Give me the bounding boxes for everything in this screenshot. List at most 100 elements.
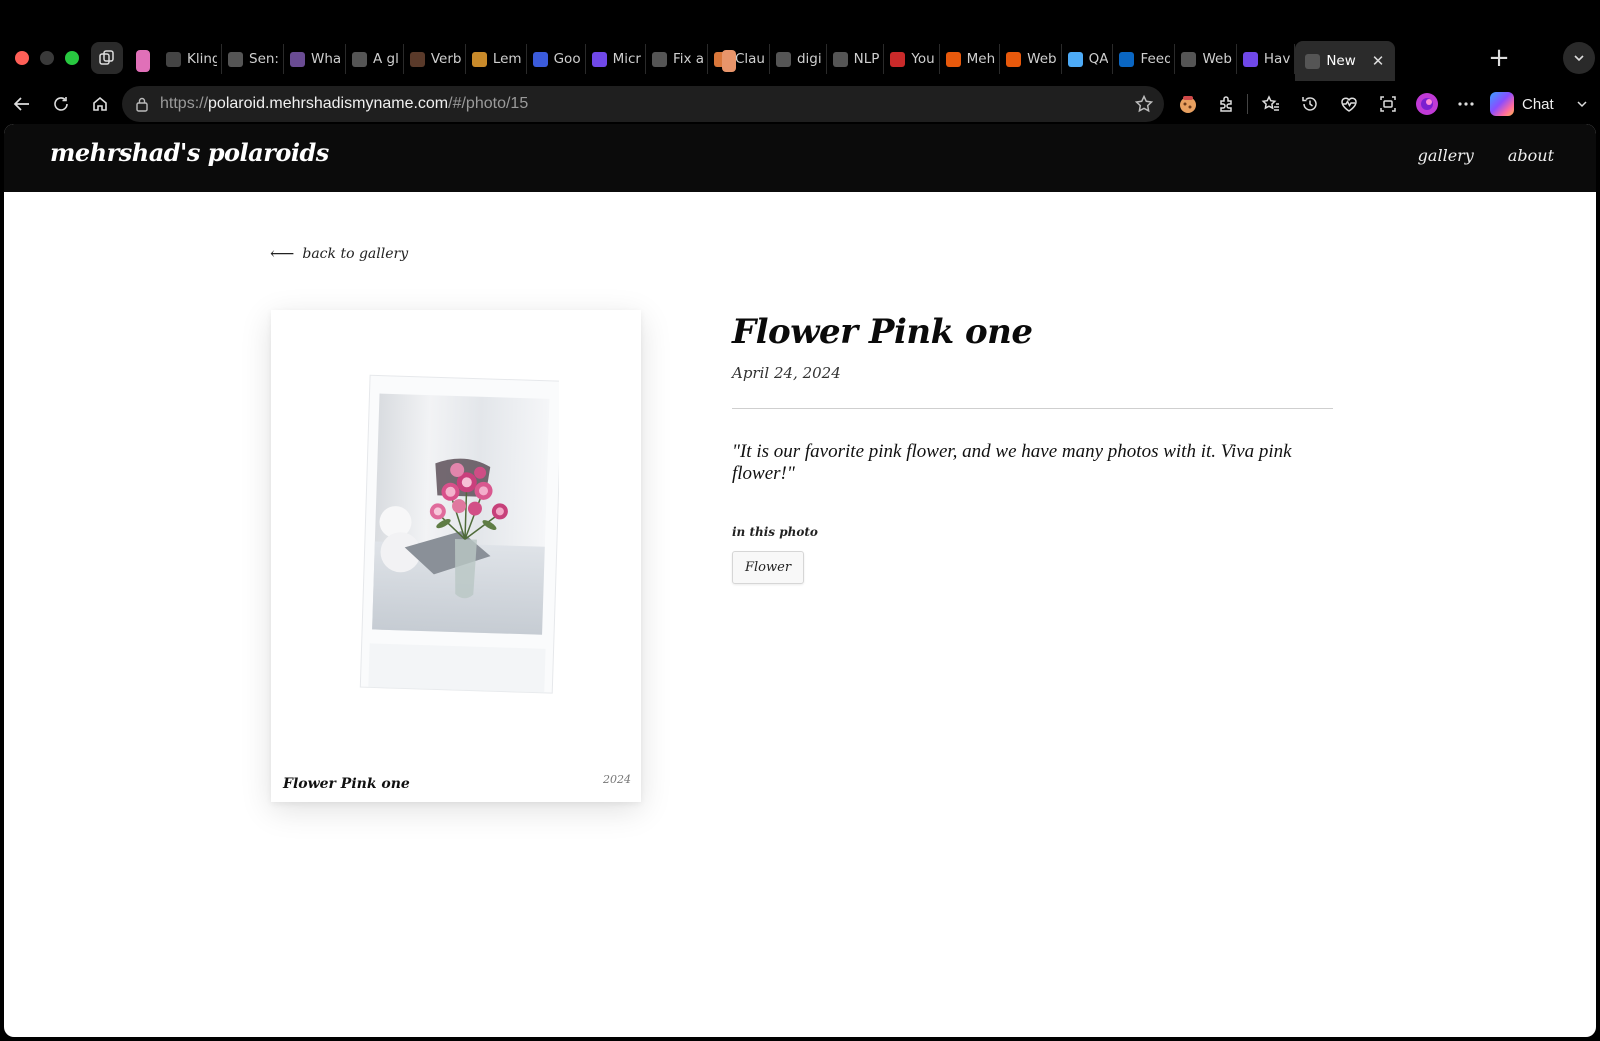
pinned-tab[interactable]	[136, 50, 150, 72]
nav-gallery-link[interactable]: gallery	[1418, 146, 1474, 165]
tag-list: Flower	[732, 539, 1333, 584]
site-logo[interactable]: mehrshad's polaroids	[50, 138, 329, 167]
browser-tab[interactable]: Hav	[1237, 44, 1296, 74]
back-button[interactable]	[8, 90, 36, 118]
tab-title: You	[911, 51, 935, 67]
browser-tab[interactable]: Verb	[404, 44, 466, 74]
site-nav: gallery about	[1418, 146, 1554, 165]
browser-toolbar: https://polaroid.mehrshadismyname.com/#/…	[0, 84, 1600, 124]
polaroid-card: Flower Pink one 2024	[271, 310, 641, 802]
tab-title: digi	[796, 51, 822, 67]
tab-favicon-icon	[1119, 51, 1135, 67]
nav-about-link[interactable]: about	[1508, 146, 1554, 165]
tab-list: Kling Sen: Wha A gl Verb Lem Goo Micr Fix a Clau d…	[160, 41, 1396, 81]
home-icon	[93, 96, 107, 111]
health-icon[interactable]	[1335, 90, 1363, 118]
browser-tab[interactable]: Web	[1000, 44, 1062, 74]
back-label: back to gallery	[302, 246, 409, 262]
browser-tab[interactable]: digi	[770, 44, 827, 74]
browser-tab[interactable]: NLP	[827, 44, 885, 74]
profile-avatar[interactable]	[1413, 90, 1441, 118]
workspaces-button[interactable]	[91, 42, 123, 74]
tab-title: Verb	[430, 51, 461, 67]
history-icon[interactable]	[1296, 90, 1324, 118]
tab-title: QA	[1088, 51, 1109, 67]
new-tab-button[interactable]: +	[1484, 44, 1514, 74]
browser-tab[interactable]: Kling	[160, 44, 222, 74]
refresh-button[interactable]	[47, 90, 75, 118]
favorites-icon[interactable]	[1257, 90, 1285, 118]
tab-favicon-icon	[1006, 51, 1022, 67]
browser-tab[interactable]: Sen:	[222, 44, 284, 74]
lock-icon[interactable]	[132, 96, 152, 112]
browser-tab[interactable]: Clau	[708, 44, 770, 74]
tab-favicon-icon	[471, 51, 487, 67]
tab-actions-menu-button[interactable]	[1563, 42, 1595, 74]
maximize-window-button[interactable]	[65, 51, 79, 65]
browser-tab[interactable]: Fix a	[646, 44, 708, 74]
tab-title: Kling	[187, 51, 217, 67]
browser-tab[interactable]: A gl	[346, 44, 404, 74]
more-options-icon[interactable]	[1452, 90, 1480, 118]
chevron-down-icon	[1577, 101, 1587, 108]
pinned-tab[interactable]	[722, 50, 736, 72]
tab-title: NLP	[853, 51, 880, 67]
tab-favicon-icon	[409, 51, 425, 67]
tab-title: Web	[1027, 51, 1057, 67]
browser-tab-strip: Kling Sen: Wha A gl Verb Lem Goo Micr Fix a Clau d…	[0, 0, 1600, 84]
close-window-button[interactable]	[15, 51, 29, 65]
close-tab-icon[interactable]: ✕	[1372, 52, 1385, 70]
tab-favicon-icon	[166, 51, 181, 67]
tab-title: Wha	[310, 51, 341, 67]
arrow-left-icon: ⟵	[270, 244, 295, 264]
photo-title: Flower Pink one	[732, 312, 1033, 352]
arrow-left-icon	[13, 97, 29, 111]
browser-tab[interactable]: You	[884, 44, 940, 74]
minimize-window-button[interactable]	[40, 51, 54, 65]
tab-title: Lem	[492, 51, 522, 67]
tab-favicon-icon	[228, 51, 243, 67]
address-bar[interactable]: https://polaroid.mehrshadismyname.com/#/…	[122, 86, 1164, 122]
tab-title: Meh	[966, 51, 996, 67]
browser-tab[interactable]: Feed	[1113, 44, 1176, 74]
tab-title: Feed	[1140, 51, 1171, 67]
extension-cookie-icon[interactable]	[1174, 90, 1202, 118]
tags-label: in this photo	[732, 525, 818, 539]
tab-favicon-icon	[1242, 51, 1258, 67]
tab-title: Goo	[553, 51, 581, 67]
screenshot-icon[interactable]	[1374, 90, 1402, 118]
favorite-star-icon[interactable]	[1134, 94, 1154, 118]
browser-tab[interactable]: Web	[1175, 44, 1237, 74]
tab-favicon-icon	[532, 51, 548, 67]
copilot-icon	[1490, 92, 1514, 116]
photo-description: "It is our favorite pink flower, and we …	[732, 441, 1292, 484]
polaroid-caption: Flower Pink one	[283, 776, 410, 792]
copilot-chat-button[interactable]: Chat	[1490, 88, 1588, 120]
browser-tab[interactable]: Micr	[586, 44, 646, 74]
browser-tab[interactable]: Wha	[284, 44, 346, 74]
divider	[732, 408, 1333, 409]
extensions-puzzle-icon[interactable]	[1213, 90, 1241, 118]
browser-tab[interactable]: Meh	[940, 44, 1001, 74]
tab-favicon-icon	[775, 51, 791, 67]
browser-tab[interactable]: Goo	[527, 44, 586, 74]
photo-image	[359, 374, 559, 694]
browser-tab-active[interactable]: New ✕	[1295, 41, 1396, 81]
tab-title: Sen:	[249, 51, 279, 67]
url-text: https://polaroid.mehrshadismyname.com/#/…	[160, 95, 529, 112]
chevron-down-icon	[1574, 55, 1584, 62]
tab-title: Hav	[1263, 51, 1291, 67]
photo-details: Flower Pink one April 24, 2024 "It is ou…	[732, 304, 1333, 584]
browser-tab[interactable]: QA	[1062, 44, 1114, 74]
tab-favicon-icon	[890, 51, 906, 67]
tab-favicon-icon	[1067, 51, 1083, 67]
polaroid-year: 2024	[603, 773, 631, 786]
browser-tab[interactable]: Lem	[466, 44, 527, 74]
back-to-gallery-link[interactable]: ⟵ back to gallery	[270, 244, 408, 264]
tab-favicon-icon	[351, 51, 367, 67]
tab-title: Web	[1202, 51, 1232, 67]
tag-chip[interactable]: Flower	[732, 551, 805, 584]
home-button[interactable]	[86, 90, 114, 118]
tab-favicon-icon	[945, 51, 961, 67]
tab-title: Fix a	[672, 51, 703, 67]
